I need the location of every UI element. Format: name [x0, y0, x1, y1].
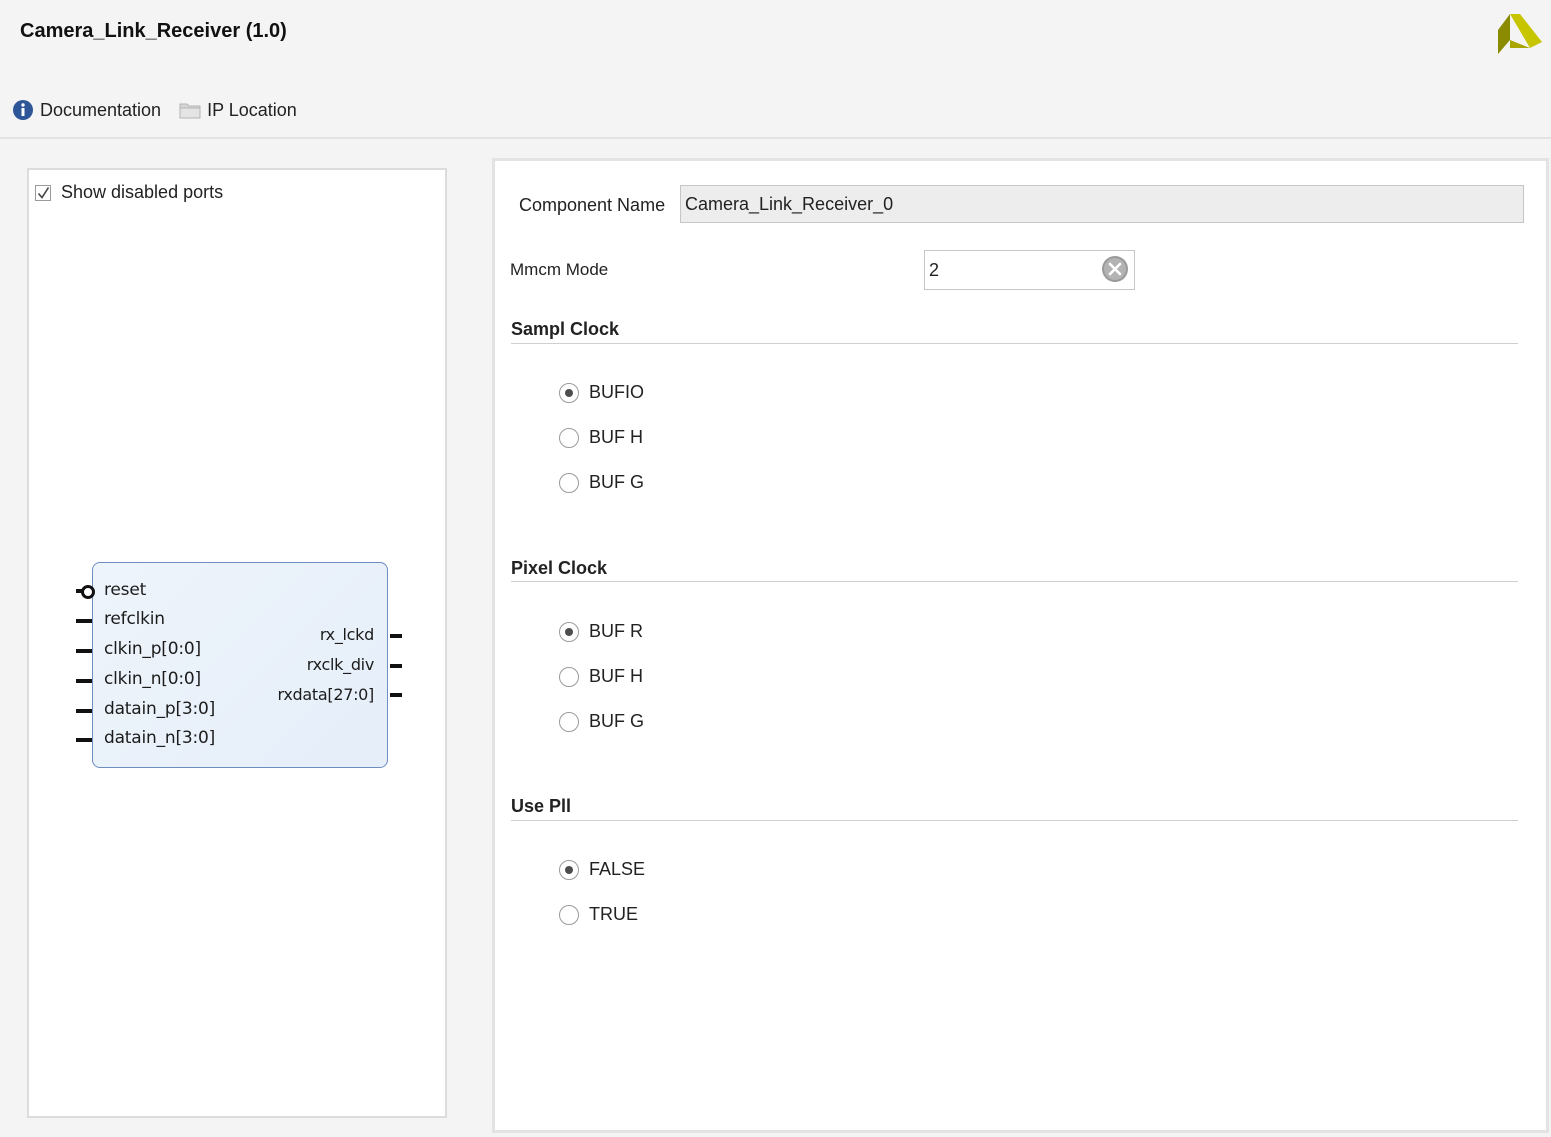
- pixel-clock-section-title: Pixel Clock: [511, 558, 608, 578]
- checkbox-box[interactable]: [35, 184, 51, 201]
- option-label: TRUE: [589, 904, 638, 924]
- toolbar: Documentation IP Location: [12, 96, 315, 124]
- port-clkin-p: clkin_p[0:0]: [104, 639, 201, 659]
- ip-location-button[interactable]: IP Location: [179, 100, 297, 121]
- port-datain-n: datain_n[3:0]: [104, 728, 216, 748]
- port-reset: reset: [104, 580, 147, 600]
- use-pll-option-true[interactable]: TRUE: [559, 904, 638, 925]
- mmcm-mode-label: Mmcm Mode: [510, 260, 609, 279]
- sampl-clock-option-bufg[interactable]: BUF G: [559, 472, 644, 493]
- radio-button[interactable]: [559, 621, 579, 642]
- pixel-clock-option-bufr[interactable]: BUF R: [559, 621, 643, 642]
- option-label: BUF G: [589, 711, 645, 731]
- use-pll-section-title: Use Pll: [511, 796, 572, 816]
- port-rxdata: rxdata[27:0]: [277, 685, 375, 704]
- sampl-clock-option-bufh[interactable]: BUF H: [559, 427, 643, 448]
- header-divider: [0, 137, 1551, 139]
- radio-button[interactable]: [559, 666, 579, 687]
- show-disabled-ports-checkbox[interactable]: Show disabled ports: [35, 182, 223, 203]
- sampl-clock-option-bufio[interactable]: BUFIO: [559, 382, 644, 403]
- sampl-clock-divider: [511, 343, 1518, 344]
- documentation-label: Documentation: [40, 99, 162, 120]
- rxclk-div-pin: [390, 664, 402, 668]
- option-label: BUF G: [589, 472, 645, 492]
- radio-button[interactable]: [559, 904, 579, 925]
- component-name-field[interactable]: Camera_Link_Receiver_0: [680, 185, 1524, 223]
- clear-icon[interactable]: [1101, 255, 1129, 283]
- show-disabled-ports-label: Show disabled ports: [61, 182, 224, 202]
- pixel-clock-option-bufh[interactable]: BUF H: [559, 666, 643, 687]
- clkin-n-pin: [76, 679, 92, 683]
- use-pll-divider: [511, 820, 1518, 821]
- port-datain-p: datain_p[3:0]: [104, 699, 216, 719]
- port-clkin-n: clkin_n[0:0]: [104, 669, 201, 689]
- info-icon: [13, 100, 33, 120]
- ip-location-label: IP Location: [207, 99, 297, 120]
- folder-icon: [179, 103, 201, 119]
- option-label: BUF R: [589, 621, 643, 641]
- radio-button[interactable]: [559, 427, 579, 448]
- port-rx-lckd: rx_lckd: [319, 625, 374, 644]
- component-name-label: Component Name: [519, 195, 666, 215]
- option-label: FALSE: [589, 859, 646, 879]
- reset-pin-bubble: [81, 585, 95, 599]
- port-refclkin: refclkin: [104, 609, 165, 629]
- pixel-clock-divider: [511, 581, 1518, 582]
- clkin-p-pin: [76, 649, 92, 653]
- reset-pin: [76, 589, 82, 593]
- ip-config-panel: Component Name Camera_Link_Receiver_0 Mm…: [492, 158, 1549, 1133]
- option-label: BUFIO: [589, 382, 645, 402]
- option-label: BUF H: [589, 666, 643, 686]
- port-rxclk-div: rxclk_div: [306, 655, 375, 674]
- ip-symbol-panel: Show disabled ports reset refclkin clkin…: [27, 168, 447, 1118]
- option-label: BUF H: [589, 427, 643, 447]
- sampl-clock-section-title: Sampl Clock: [511, 319, 620, 339]
- radio-button[interactable]: [559, 472, 579, 493]
- radio-button[interactable]: [559, 382, 579, 403]
- checkmark-icon: [37, 186, 50, 199]
- xilinx-logo-icon: [1498, 14, 1542, 54]
- use-pll-option-false[interactable]: FALSE: [559, 859, 645, 880]
- documentation-button[interactable]: Documentation: [12, 99, 161, 121]
- radio-button[interactable]: [559, 859, 579, 880]
- datain-p-pin: [76, 709, 92, 713]
- refclkin-pin: [76, 619, 92, 623]
- pixel-clock-option-bufg[interactable]: BUF G: [559, 711, 644, 732]
- rxdata-pin: [390, 693, 402, 697]
- ip-title: Camera_Link_Receiver (1.0): [20, 20, 287, 42]
- rx-lckd-pin: [390, 634, 402, 638]
- radio-button[interactable]: [559, 711, 579, 732]
- datain-n-pin: [76, 738, 92, 742]
